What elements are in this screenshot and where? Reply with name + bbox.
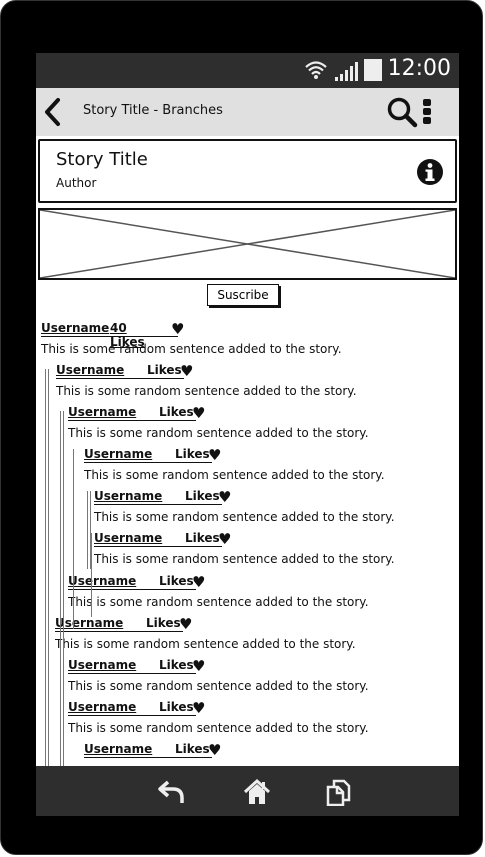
thread-indent-line <box>60 411 61 661</box>
comment-header-underline <box>68 589 196 590</box>
comment-text: This is some random sentence added to th… <box>68 721 369 735</box>
bottom-nav-bar <box>36 766 459 816</box>
thread-indent-line <box>63 411 64 661</box>
comment-username[interactable]: Username <box>84 447 152 461</box>
comment-text: This is some random sentence added to th… <box>68 679 369 693</box>
phone-frame: 12:00 Story Title - Branches Story Title… <box>0 0 483 855</box>
subscribe-button[interactable]: Suscribe <box>207 284 279 306</box>
comment-username[interactable]: Username <box>55 616 123 630</box>
comment-header-underline <box>55 631 183 632</box>
wifi-icon <box>305 61 327 79</box>
back-arrow-icon[interactable] <box>42 97 64 127</box>
comment-text: This is some random sentence added to th… <box>94 510 395 524</box>
battery-icon <box>364 59 382 81</box>
comment-header-underline <box>84 462 212 463</box>
comment-header-underline <box>84 757 212 758</box>
search-icon[interactable] <box>386 96 418 128</box>
comment-text: This is some random sentence added to th… <box>41 342 342 356</box>
comment-username[interactable]: Username <box>68 405 136 419</box>
story-author[interactable]: Author <box>56 176 96 190</box>
image-placeholder <box>38 208 457 280</box>
comment-likes: Likes <box>175 447 210 461</box>
thread-indent-line <box>73 449 74 629</box>
thread-indent-line <box>48 369 49 816</box>
comment-header-underline <box>68 715 196 716</box>
comment-likes: Likes <box>147 363 182 377</box>
comment-likes: Likes <box>159 574 194 588</box>
home-icon[interactable] <box>242 778 272 806</box>
comment-username[interactable]: Username <box>94 489 162 503</box>
comment-username[interactable]: Username <box>68 658 136 672</box>
comment-text: This is some random sentence added to th… <box>56 384 357 398</box>
thread-indent-line <box>91 533 92 617</box>
comment-text: This is some random sentence added to th… <box>55 637 356 651</box>
thread-indent-line <box>63 657 64 769</box>
comment-text: This is some random sentence added to th… <box>84 468 385 482</box>
comment-username[interactable]: Username <box>94 531 162 545</box>
comment-likes: Likes <box>159 658 194 672</box>
status-bar: 12:00 <box>36 53 459 88</box>
comment-text: This is some random sentence added to th… <box>94 552 395 566</box>
comment-text: This is some random sentence added to th… <box>68 426 369 440</box>
comment-username[interactable]: Username <box>68 700 136 714</box>
comment-header-underline <box>56 378 184 379</box>
app-bar-title: Story Title - Branches <box>83 103 223 118</box>
screen: 12:00 Story Title - Branches Story Title… <box>36 53 459 816</box>
comment-username[interactable]: Username <box>84 742 152 756</box>
comment-header-underline <box>94 546 222 547</box>
thread-indent-line <box>60 657 61 769</box>
comment-username[interactable]: Username <box>56 363 124 377</box>
comment-text: This is some random sentence added to th… <box>68 595 369 609</box>
story-title: Story Title <box>56 149 148 170</box>
comment-likes: Likes <box>159 700 194 714</box>
signal-icon <box>335 62 358 81</box>
comment-likes: Likes <box>185 489 220 503</box>
recent-apps-icon[interactable] <box>324 778 354 806</box>
comment-likes: Likes <box>185 531 220 545</box>
reply-back-icon[interactable] <box>157 778 187 806</box>
more-vert-icon[interactable] <box>421 98 433 126</box>
thread-indent-line <box>87 491 88 569</box>
comment-username[interactable]: Username <box>41 321 109 335</box>
comment-header-underline <box>94 504 222 505</box>
info-icon[interactable] <box>416 158 444 186</box>
thread-indent-line <box>45 369 46 816</box>
story-header-card: Story Title Author <box>38 139 457 203</box>
app-bar: Story Title - Branches <box>36 88 459 136</box>
comment-username[interactable]: Username <box>68 574 136 588</box>
status-time: 12:00 <box>387 56 451 81</box>
comment-header-underline <box>41 336 178 337</box>
comment-header-underline <box>68 673 196 674</box>
comment-header-underline <box>68 420 196 421</box>
comment-likes: Likes <box>159 405 194 419</box>
comment-likes: Likes <box>175 742 210 756</box>
comment-likes: Likes <box>146 616 181 630</box>
